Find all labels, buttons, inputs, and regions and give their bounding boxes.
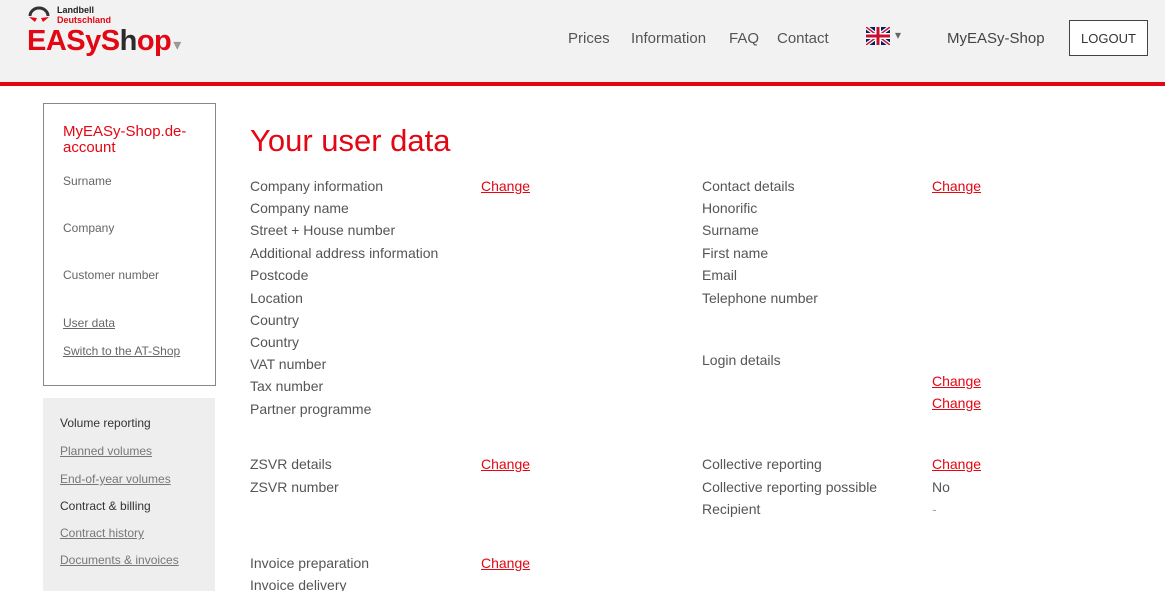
switch-at-shop-link[interactable]: Switch to the AT-Shop [63, 344, 180, 358]
logout-button[interactable]: LOGOUT [1069, 20, 1148, 56]
login-change-link-2[interactable]: Change [932, 395, 981, 411]
field-first-name: First name [702, 245, 769, 261]
field-surname: Surname [702, 222, 759, 238]
company-change-link[interactable]: Change [481, 178, 530, 194]
field-country-2: Country [250, 334, 300, 350]
menu-contract-billing: Contract & billing [60, 499, 151, 513]
contact-change-link[interactable]: Change [932, 178, 981, 194]
field-tax-number: Tax number [250, 378, 324, 394]
value-collective-possible: No [932, 479, 950, 495]
collective-reporting-header: Collective reporting [702, 456, 822, 472]
logo[interactable]: Landbell Deutschland EASyShop ▾ [27, 4, 181, 66]
menu-end-of-year-volumes[interactable]: End-of-year volumes [60, 472, 171, 486]
field-vat-number: VAT number [250, 356, 327, 372]
logo-dropdown-caret-icon: ▾ [173, 37, 181, 54]
landbell-logo-icon [28, 6, 50, 22]
nav-faq[interactable]: FAQ [729, 30, 759, 47]
account-menu: Volume reporting Planned volumes End-of-… [43, 398, 215, 591]
myeasy-shop-link[interactable]: MyEASy-Shop [947, 30, 1045, 47]
account-sidebar: MyEASy-Shop.de-account Surname Company C… [43, 103, 216, 386]
invoice-change-link[interactable]: Change [481, 555, 530, 571]
menu-documents-invoices[interactable]: Documents & invoices [60, 553, 179, 567]
contact-details-header: Contact details [702, 178, 795, 194]
surname-label: Surname [63, 174, 112, 188]
field-postcode: Postcode [250, 267, 309, 283]
customer-number-label: Customer number [63, 268, 160, 282]
field-company-name: Company name [250, 200, 349, 216]
field-telephone: Telephone number [702, 290, 818, 306]
zsvr-details-header: ZSVR details [250, 456, 332, 472]
field-recipient: Recipient [702, 501, 761, 517]
field-location: Location [250, 290, 303, 306]
uk-flag-icon[interactable] [866, 27, 890, 45]
value-recipient: - [932, 501, 937, 517]
field-additional-address: Additional address information [250, 245, 439, 261]
account-title: MyEASy-Shop.de-account [63, 123, 187, 156]
page-title: Your user data [250, 123, 451, 158]
menu-planned-volumes[interactable]: Planned volumes [60, 444, 152, 458]
invoice-preparation-header: Invoice preparation [250, 555, 370, 571]
login-change-link-1[interactable]: Change [932, 373, 981, 389]
nav-information[interactable]: Information [631, 30, 706, 47]
nav-prices[interactable]: Prices [568, 30, 610, 47]
field-email: Email [702, 267, 738, 283]
field-country: Country [250, 312, 300, 328]
zsvr-change-link[interactable]: Change [481, 456, 530, 472]
field-collective-possible: Collective reporting possible [702, 479, 878, 495]
language-caret-icon[interactable]: ▾ [895, 28, 901, 42]
field-street: Street + House number [250, 222, 396, 238]
logo-wordmark: EASyShop ▾ [27, 25, 181, 57]
collective-change-link[interactable]: Change [932, 456, 981, 472]
menu-contract-history[interactable]: Contract history [60, 526, 144, 540]
user-data-link[interactable]: User data [63, 316, 115, 330]
menu-volume-reporting: Volume reporting [60, 416, 151, 430]
field-honorific: Honorific [702, 200, 758, 216]
company-label: Company [63, 221, 115, 235]
company-info-header: Company information [250, 178, 384, 194]
logo-subtitle: Landbell Deutschland [57, 5, 112, 25]
header-accent-bar [0, 82, 1165, 86]
field-partner-programme: Partner programme [250, 401, 372, 417]
field-zsvr-number: ZSVR number [250, 479, 339, 495]
nav-contact[interactable]: Contact [777, 30, 829, 47]
field-invoice-delivery: Invoice delivery [250, 577, 347, 591]
login-details-header: Login details [702, 352, 781, 368]
